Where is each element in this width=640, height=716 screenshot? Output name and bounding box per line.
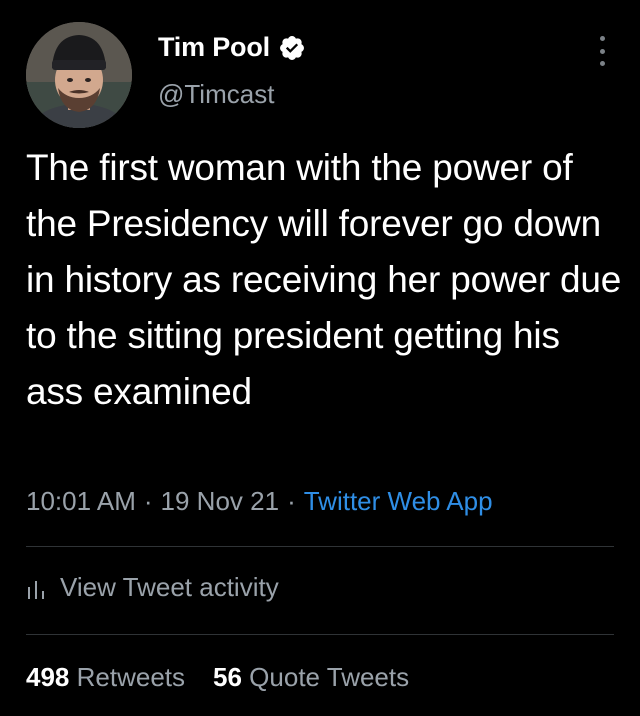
meta-separator: · — [143, 486, 153, 516]
more-options-icon[interactable] — [596, 36, 608, 66]
tweet-text: The first woman with the power of the Pr… — [26, 147, 622, 412]
tweet-source-link[interactable]: Twitter Web App — [304, 486, 493, 516]
bar-chart-icon — [28, 580, 44, 599]
verified-badge-icon — [279, 35, 304, 60]
retweets-label: Retweets — [76, 662, 186, 692]
avatar-image — [26, 22, 132, 128]
tweet-time[interactable]: 10:01 AM — [26, 486, 136, 516]
quote-tweets-label: Quote Tweets — [249, 662, 410, 692]
author-display-name[interactable]: Tim Pool — [158, 32, 270, 63]
avatar[interactable] — [26, 22, 132, 128]
divider — [26, 634, 614, 635]
tweet-stats: 498 Retweets 56 Quote Tweets — [26, 662, 409, 693]
author-handle[interactable]: @Timcast — [158, 79, 274, 110]
view-tweet-activity-label: View Tweet activity — [60, 572, 279, 602]
tweet-date[interactable]: 19 Nov 21 — [161, 486, 280, 516]
tweet-meta: 10:01 AM · 19 Nov 21 · Twitter Web App — [26, 486, 493, 517]
author-name-row: Tim Pool — [158, 32, 306, 63]
divider — [26, 546, 614, 547]
meta-separator: · — [287, 486, 296, 516]
quote-tweets-stat[interactable]: 56 Quote Tweets — [213, 662, 409, 693]
view-tweet-activity-button[interactable]: View Tweet activity — [26, 572, 279, 603]
quote-tweets-count: 56 — [213, 662, 242, 692]
tweet-card: Tim Pool @Timcast The first woman with t… — [0, 0, 640, 716]
retweets-count: 498 — [26, 662, 70, 692]
retweets-stat[interactable]: 498 Retweets — [26, 662, 185, 693]
